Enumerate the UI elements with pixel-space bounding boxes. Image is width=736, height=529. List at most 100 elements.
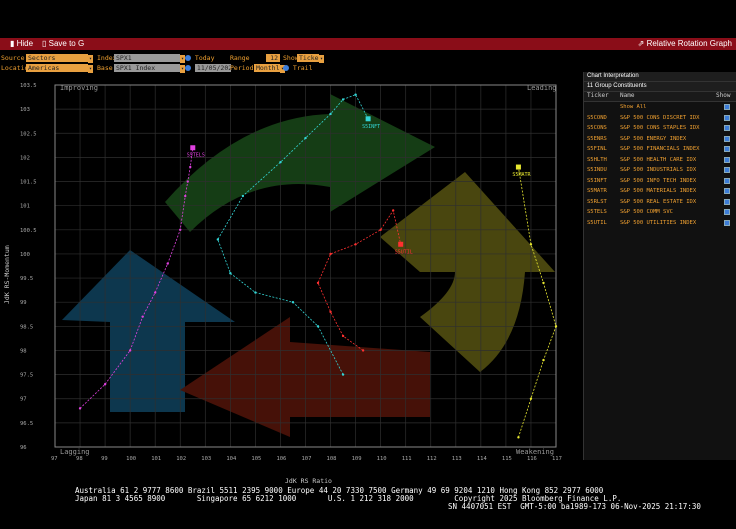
x-tick: 100 <box>126 456 136 462</box>
y-tick: 98 <box>20 348 27 354</box>
trail-point <box>316 325 320 328</box>
constituent-row[interactable]: S5COND S&P 500 CONS DISCRET IDX <box>584 113 736 124</box>
chart-interp-header[interactable]: Chart Interpretation <box>584 72 736 82</box>
trail-point <box>241 194 245 198</box>
show-checkbox[interactable] <box>724 114 730 121</box>
date-value[interactable]: 11/05/2025 <box>194 64 236 72</box>
y-tick: 100 <box>20 252 30 258</box>
show-value: Ticker <box>297 54 323 62</box>
series-head-marker[interactable] <box>398 241 404 247</box>
constituent-row[interactable]: S5INFT S&P 500 INFO TECH INDEX <box>584 176 736 187</box>
trail-point <box>529 397 533 400</box>
column-header: Ticker Name Show <box>584 92 736 102</box>
show-checkbox[interactable] <box>724 209 730 215</box>
trail-point <box>78 407 82 410</box>
period-select[interactable]: Monthly▾ <box>254 64 285 73</box>
range-field[interactable]: 12 <box>266 54 280 62</box>
name-cell: S&P 500 ENERGY INDEX <box>620 135 687 142</box>
series-label: S5TELS <box>187 153 205 159</box>
quadrant-label-improving: Improving <box>60 84 98 92</box>
period-label: Period <box>230 64 254 72</box>
constituent-row[interactable]: S5CONS S&P 500 CONS STAPLES IDX <box>584 123 736 134</box>
name-cell: S&P 500 CONS STAPLES IDX <box>620 125 700 131</box>
show-checkbox[interactable] <box>724 156 730 163</box>
save-button[interactable]: ▯ Save to G <box>42 39 84 48</box>
x-tick: 106 <box>276 456 286 462</box>
trail-checkbox[interactable]: Trail <box>283 64 313 72</box>
show-checkbox[interactable] <box>724 219 730 226</box>
show-checkbox[interactable] <box>724 177 730 184</box>
index-value: SPX1 <box>114 54 180 62</box>
show-checkbox[interactable] <box>724 125 730 131</box>
trail-point <box>329 310 332 314</box>
quadrant-label-lagging: Lagging <box>60 448 90 456</box>
trail-point <box>354 243 357 246</box>
today-radio[interactable]: Today <box>185 54 215 62</box>
series-head-marker[interactable] <box>365 116 371 122</box>
range-label: Range <box>230 54 250 62</box>
chevron-down-icon[interactable]: ▾ <box>319 55 324 63</box>
hide-button[interactable]: ▮ Hide <box>10 39 33 48</box>
show-select[interactable]: Ticker▾ <box>297 54 324 63</box>
chevron-down-icon[interactable]: ▾ <box>88 55 93 63</box>
show-all-row[interactable]: Show All <box>584 102 736 113</box>
constituent-row[interactable]: S5HLTH S&P 500 HEALTH CARE IDX <box>584 155 736 166</box>
x-axis-label: JdK RS Ratio <box>285 477 332 485</box>
trail-point <box>329 252 332 256</box>
constituent-row[interactable]: S5MATR S&P 500 MATERIALS INDEX <box>584 186 736 197</box>
y-tick: 97.5 <box>20 373 33 379</box>
series-label: S5UTIL <box>395 249 413 255</box>
x-tick: 113 <box>452 456 462 462</box>
trail-point <box>189 165 192 169</box>
source-select[interactable]: Sectors ▾ <box>26 54 93 63</box>
ticker-cell: S5MATR <box>587 188 607 194</box>
ticker-cell: S5INFT <box>587 177 607 184</box>
source-label: Source <box>1 54 25 62</box>
trail-point <box>379 228 382 231</box>
trail-point <box>103 383 107 386</box>
range-value: 12 <box>266 54 280 62</box>
trail-point <box>254 291 257 294</box>
location-select[interactable]: Americas ▾ <box>26 64 93 73</box>
constituent-row[interactable]: S5INDU S&P 500 INDUSTRIALS IDX <box>584 165 736 176</box>
index-field[interactable]: SPX1 ▾ <box>114 54 185 63</box>
date-radio[interactable]: 11/05/2025 <box>185 64 236 72</box>
quadrant-label-weakening: Weakening <box>516 448 554 456</box>
name-cell: S&P 500 REAL ESTATE IDX <box>620 198 697 205</box>
constituent-row[interactable]: S5TELS S&P 500 COMM SVC <box>584 207 736 218</box>
constituents-header[interactable]: 11 Group Constituents <box>584 82 736 92</box>
show-checkbox[interactable] <box>724 146 730 152</box>
show-all-checkbox[interactable] <box>724 104 730 110</box>
x-tick: 99 <box>101 456 108 462</box>
radio-icon <box>185 65 191 71</box>
trail-point <box>341 334 345 338</box>
x-tick: 108 <box>327 456 337 462</box>
hide-label: Hide <box>16 39 34 48</box>
trail-point <box>329 112 332 116</box>
trail-point <box>291 301 295 304</box>
constituent-row[interactable]: S5FINL S&P 500 FINANCIALS INDEX <box>584 144 736 155</box>
trail-point <box>154 291 157 294</box>
show-checkbox[interactable] <box>724 188 730 194</box>
name-cell: S&P 500 HEALTH CARE IDX <box>620 156 697 163</box>
y-tick-labels: 103.5 103 102.5 102 101.5 101 100.5 100 99.5 99 98… <box>20 83 37 451</box>
show-checkbox[interactable] <box>724 198 730 205</box>
series-head-marker[interactable] <box>515 164 521 170</box>
constituent-row[interactable]: S5ENRS S&P 500 ENERGY INDEX <box>584 134 736 145</box>
ticker-cell: S5FINL <box>587 146 607 152</box>
constituent-row[interactable]: S5RLST S&P 500 REAL ESTATE IDX <box>584 197 736 208</box>
trail-label: Trail <box>292 64 313 72</box>
name-cell: S&P 500 INDUSTRIALS IDX <box>620 167 697 173</box>
y-tick: 96 <box>20 445 27 451</box>
trail-point <box>354 93 357 96</box>
x-tick: 115 <box>502 456 512 462</box>
show-checkbox[interactable] <box>724 167 730 173</box>
show-checkbox[interactable] <box>724 135 730 142</box>
x-tick: 98 <box>76 456 83 462</box>
x-tick: 101 <box>151 456 161 462</box>
constituent-row[interactable]: S5UTIL S&P 500 UTILITIES INDEX <box>584 218 736 229</box>
base-field[interactable]: SPX1 Index ▾ <box>114 64 185 73</box>
series-head-marker[interactable] <box>190 145 196 151</box>
trail-point <box>279 161 282 164</box>
x-tick: 104 <box>226 456 237 462</box>
